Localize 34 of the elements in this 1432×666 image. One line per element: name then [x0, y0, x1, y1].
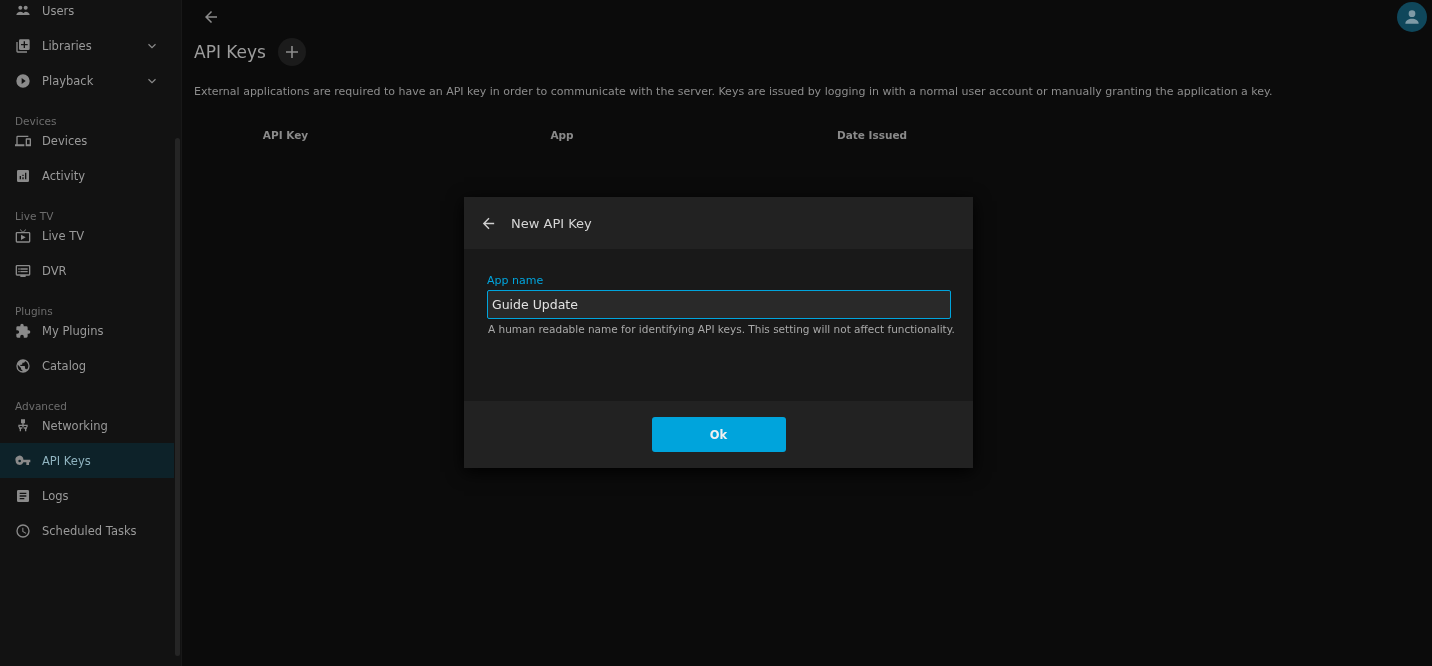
- sidebar-item[interactable]: DVR: [0, 253, 174, 288]
- sidebar-item[interactable]: Users: [0, 0, 174, 28]
- section-header: Live TV: [14, 209, 55, 218]
- scrollbar[interactable]: [175, 138, 180, 656]
- clock-icon: [15, 522, 31, 539]
- sidebar-item[interactable]: Scheduled Tasks: [0, 513, 174, 548]
- column-header: Date Issued: [835, 129, 909, 141]
- network-icon: [15, 417, 31, 434]
- globe-icon: [15, 357, 31, 374]
- chart-icon: [15, 167, 31, 184]
- plus-icon: [285, 45, 299, 59]
- sidebar-item[interactable]: Libraries: [0, 28, 174, 63]
- dialog-title: New API Key: [511, 215, 592, 231]
- document-icon: [15, 487, 31, 504]
- sidebar-item[interactable]: Activity: [0, 158, 174, 193]
- column-header: App: [549, 129, 575, 141]
- person-icon: [1402, 7, 1422, 27]
- library-add-icon: [15, 37, 31, 54]
- page-title: API Keys: [194, 42, 266, 62]
- app-name-field[interactable]: Guide Update: [487, 290, 951, 319]
- add-button[interactable]: [278, 38, 306, 66]
- monitor-list-icon: [15, 262, 31, 279]
- tv-icon: [15, 227, 31, 244]
- sidebar-item[interactable]: Catalog: [0, 348, 174, 383]
- sidebar-item[interactable]: API Keys: [0, 443, 174, 478]
- sidebar-item[interactable]: Logs: [0, 478, 174, 513]
- section-header: Devices: [14, 114, 58, 123]
- field-label: App name: [487, 274, 545, 287]
- sidebar-item[interactable]: Playback: [0, 63, 174, 98]
- user-avatar[interactable]: [1397, 2, 1427, 32]
- section-header: Advanced: [14, 399, 68, 408]
- column-header: API Key: [261, 129, 310, 141]
- description-text: External applications are required to have an API key in order to communicate with the server. Keys are issued by logging in with a normal user account or manually granting the application a key.: [194, 85, 1274, 98]
- puzzle-icon: [15, 322, 31, 339]
